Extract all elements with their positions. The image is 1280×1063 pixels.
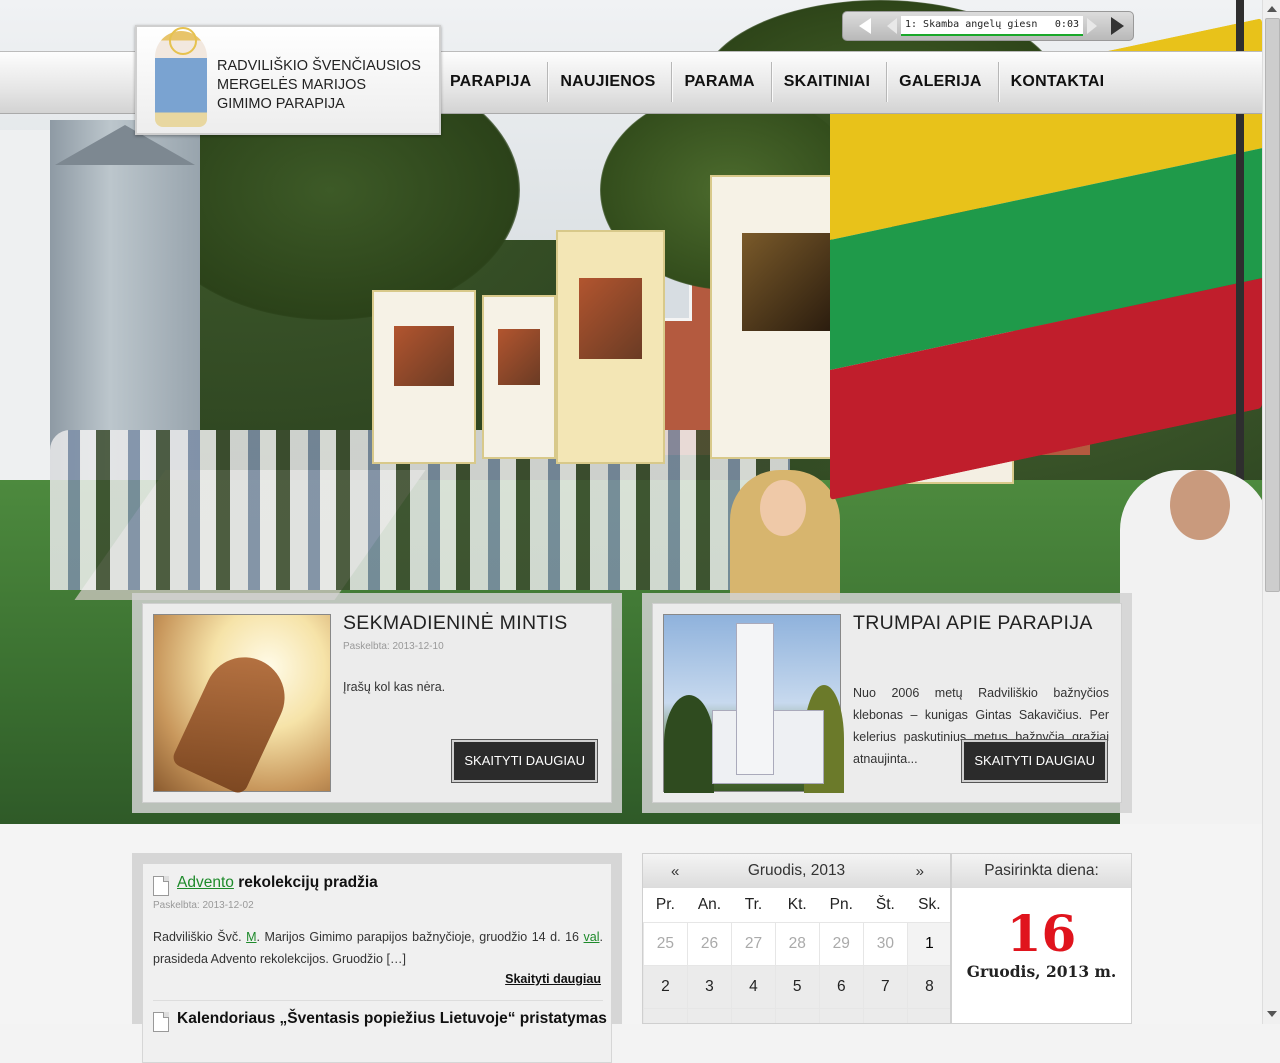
calendar-day[interactable]: 10 [686,1008,733,1023]
excerpt-keyword-link[interactable]: M [246,930,256,944]
hero-banner [556,230,665,464]
weekday-label: Pn. [829,896,853,913]
weekday-label: Št. [875,896,895,913]
main-menu: PARAPIJA NAUJIENOS PARAMA SKAITINIAI GAL… [438,62,1120,102]
weekday-label: An. [697,896,722,913]
news-title[interactable]: Kalendoriaus „Šventasis popiežius Lietuv… [177,1010,607,1028]
excerpt-text: Radviliškio Švč. [153,930,247,944]
calendar-day[interactable]: 27 [731,922,776,966]
news-title-text[interactable]: rekolekcijų pradžia [234,874,378,891]
calendar-day[interactable]: 25 [643,922,688,966]
calendar-day[interactable]: 14 [862,1008,908,1023]
virgin-mary-icon [155,27,207,127]
feature-card: SEKMADIENINĖ MINTIS Paskelbta: 2013-12-1… [142,603,612,803]
calendar-day[interactable]: 13 [818,1008,864,1023]
document-icon [153,876,169,896]
nav-item-galerija[interactable]: GALERIJA [887,62,999,102]
calendar-day[interactable]: 1 [906,922,950,966]
feature-title[interactable]: TRUMPAI APIE PARAPIJA [853,612,1093,635]
volume-icon[interactable] [859,18,871,34]
nav-item-parama[interactable]: PARAMA [672,62,772,102]
calendar-day[interactable]: 4 [731,965,776,1009]
calendar-day[interactable]: 26 [686,922,733,966]
feature-panel-sunday-thought: SEKMADIENINĖ MINTIS Paskelbta: 2013-12-1… [132,593,622,813]
site-title-line: MERGELĖS MARIJOS [217,77,367,93]
news-divider [153,1000,603,1001]
hero-banner [482,295,556,459]
weekday-label: Pr. [655,896,675,913]
calendar-header: « Gruodis, 2013 » [643,854,950,888]
calendar-next-month[interactable]: » [916,863,924,880]
track-display[interactable]: 1: Skamba angelų giesn 0:03 [901,16,1083,36]
scroll-down-icon[interactable] [1267,1011,1277,1017]
previous-track-icon[interactable] [887,18,897,34]
selected-day-label: Pasirinkta diena: [952,854,1131,888]
calendar-day[interactable]: 9 [643,1008,688,1023]
news-excerpt: Radviliškio Švč. M. Marijos Gimimo parap… [153,926,603,970]
feature-date: Paskelbta: 2013-12-10 [343,641,444,652]
next-track-icon[interactable] [1087,18,1097,34]
weekday-label: Sk. [918,896,941,913]
feature-title[interactable]: SEKMADIENINĖ MINTIS [343,612,568,635]
vertical-scrollbar[interactable] [1262,0,1280,1024]
feature-panel-about-parish: TRUMPAI APIE PARAPIJA Nuo 2006 metų Radv… [642,593,1132,813]
site-title-line: GIMIMO PARAPIJA [217,96,345,112]
site-title-line: RADVILIŠKIO ŠVENČIAUSIOS [217,58,421,74]
calendar-day[interactable]: 15 [906,1008,950,1023]
hero-man [1120,470,1262,824]
nav-item-parapija[interactable]: PARAPIJA [438,62,549,102]
excerpt-text: . Marijos Gimimo parapijos bažnyčioje, g… [256,930,584,944]
nav-item-naujienos[interactable]: NAUJIENOS [548,62,673,102]
document-icon [153,1012,169,1032]
audio-player: 1: Skamba angelų giesn 0:03 [842,11,1134,41]
calendar-day[interactable]: 6 [818,965,864,1009]
calendar-day[interactable]: 3 [686,965,733,1009]
excerpt-keyword-link[interactable]: val [584,930,600,944]
calendar-day[interactable]: 7 [862,965,908,1009]
site-title: RADVILIŠKIO ŠVENČIAUSIOS MERGELĖS MARIJO… [217,57,432,114]
news-panel: Advento rekolekcijų pradžia Paskelbta: 2… [132,853,622,1063]
calendar-day[interactable]: 11 [731,1008,776,1023]
news-title[interactable]: Advento rekolekcijų pradžia [177,874,378,892]
selected-day-month: Gruodis, 2013 m. [966,962,1117,981]
praying-hands-image[interactable] [153,614,331,796]
calendar-day[interactable]: 8 [906,965,950,1009]
track-title: 1: Skamba angelų giesn [905,19,1038,30]
calendar-day[interactable]: 2 [643,965,688,1009]
hero-girl [730,470,840,600]
track-progress-bar[interactable] [901,34,1083,36]
calendar-day[interactable]: 28 [774,922,820,966]
calendar: « Gruodis, 2013 » Pr. An. Tr. Kt. Pn. Št… [642,853,951,1024]
feature-text: Įrašų kol kas nėra. [343,680,446,694]
nav-item-kontaktai[interactable]: KONTAKTAI [999,62,1121,102]
calendar-day[interactable]: 30 [862,922,908,966]
selected-day-panel: Pasirinkta diena: 16 Gruodis, 2013 m. [951,853,1132,1024]
scroll-up-icon[interactable] [1267,6,1277,12]
feature-card: TRUMPAI APIE PARAPIJA Nuo 2006 metų Radv… [652,603,1122,803]
weekday-label: Tr. [744,896,763,913]
news-title-keyword[interactable]: Advento [177,874,234,891]
read-more-link[interactable]: Skaityti daugiau [505,972,601,986]
site-logo[interactable]: RADVILIŠKIO ŠVENČIAUSIOS MERGELĖS MARIJO… [135,25,441,135]
hero-banner [372,290,476,464]
read-more-button[interactable]: SKAITYTI DAUGIAU [451,739,598,783]
news-date: Paskelbta: 2013-12-02 [153,900,254,911]
church-image[interactable] [663,614,844,793]
calendar-grid: Pr. An. Tr. Kt. Pn. Št. Sk. 25 26 27 28 … [643,888,950,1023]
selected-day-number: 16 [1006,904,1077,963]
calendar-day[interactable]: 29 [818,922,864,966]
track-time: 0:03 [1054,19,1079,30]
calendar-day[interactable]: 12 [774,1008,820,1023]
calendar-month-label: Gruodis, 2013 [747,862,846,879]
weekday-label: Kt. [787,896,807,913]
read-more-button[interactable]: SKAITYTI DAUGIAU [961,739,1108,783]
calendar-day[interactable]: 5 [774,965,820,1009]
play-icon[interactable] [1111,17,1124,35]
scrollbar-thumb[interactable] [1265,18,1280,592]
nav-item-skaitiniai[interactable]: SKAITINIAI [772,62,888,102]
news-list: Advento rekolekcijų pradžia Paskelbta: 2… [142,863,612,1063]
